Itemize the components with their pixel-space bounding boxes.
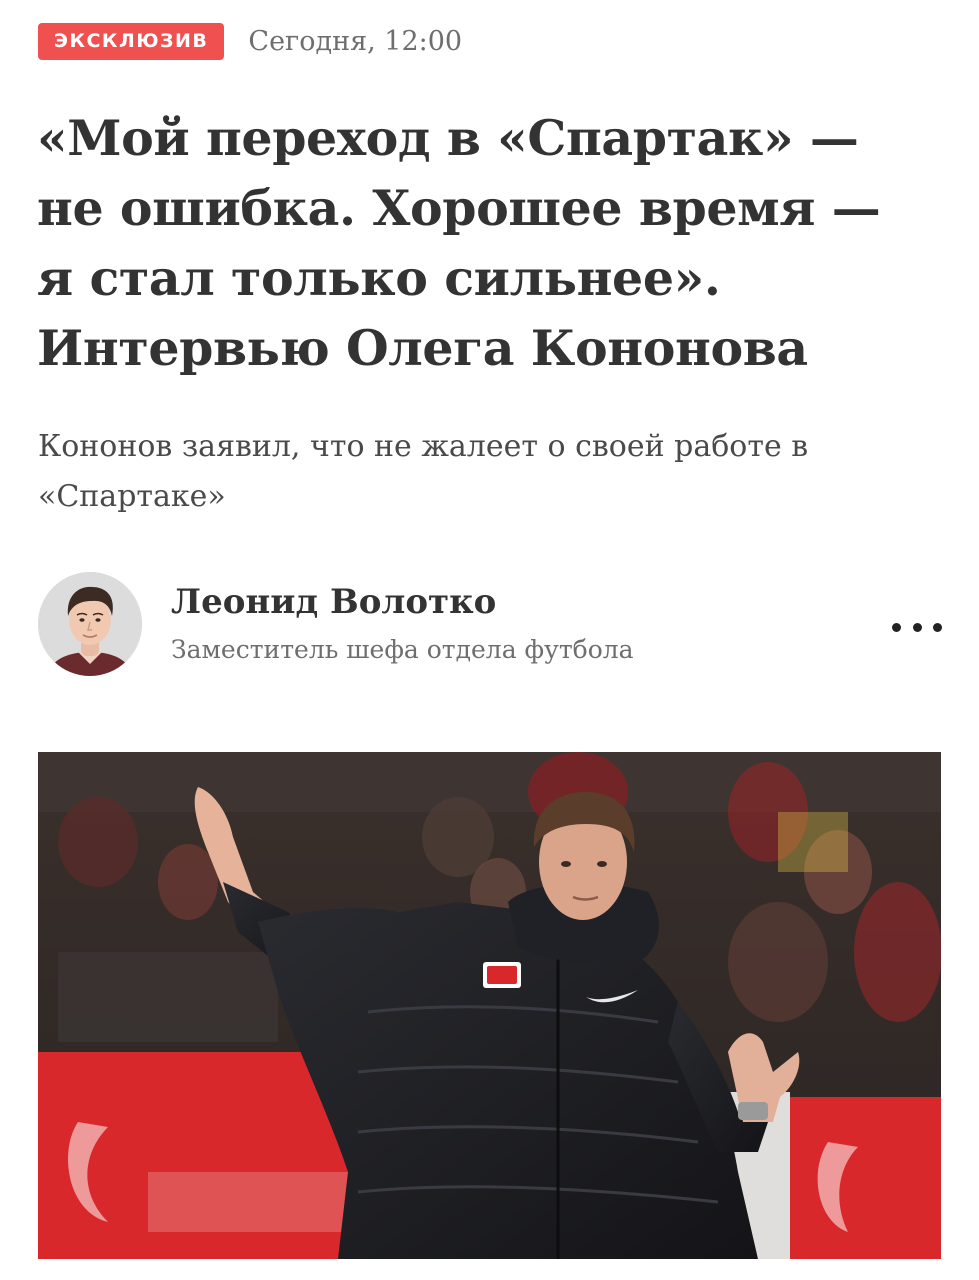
- more-dot: [912, 622, 922, 632]
- author-block: Леонид Волотко Заместитель шефа отдела ф…: [38, 572, 948, 678]
- author-avatar[interactable]: [38, 572, 142, 676]
- headline-line: я стал только сильнее».: [37, 249, 721, 307]
- more-dots-icon[interactable]: [892, 616, 942, 638]
- exclusive-badge[interactable]: ЭКСКЛЮЗИВ: [38, 22, 225, 60]
- hero-photo-illustration: [38, 752, 941, 1259]
- headline-line: Интервью Олега Кононова: [37, 319, 808, 377]
- author-name[interactable]: Леонид Волотко: [171, 582, 496, 622]
- more-dot: [892, 622, 901, 632]
- lead-line: Кононов заявил, что не жалеет о своей ра…: [38, 429, 809, 464]
- headline-line: не ошибка. Хорошее время —: [37, 179, 881, 237]
- more-dot: [933, 622, 942, 632]
- article-lead: Кононов заявил, что не жалеет о своей ра…: [38, 422, 938, 522]
- publish-date: Сегодня, 12:00: [248, 25, 463, 57]
- headline-line: «Мой переход в «Спартак» —: [37, 109, 859, 167]
- article-headline: «Мой переход в «Спартак» — не ошибка. Хо…: [37, 103, 947, 383]
- author-role: Заместитель шефа отдела футбола: [171, 635, 634, 664]
- lead-line: «Спартаке»: [38, 479, 226, 514]
- article-meta: ЭКСКЛЮЗИВ Сегодня, 12:00: [38, 22, 462, 60]
- author-avatar-photo: [38, 572, 142, 676]
- hero-photo[interactable]: [38, 752, 941, 1259]
